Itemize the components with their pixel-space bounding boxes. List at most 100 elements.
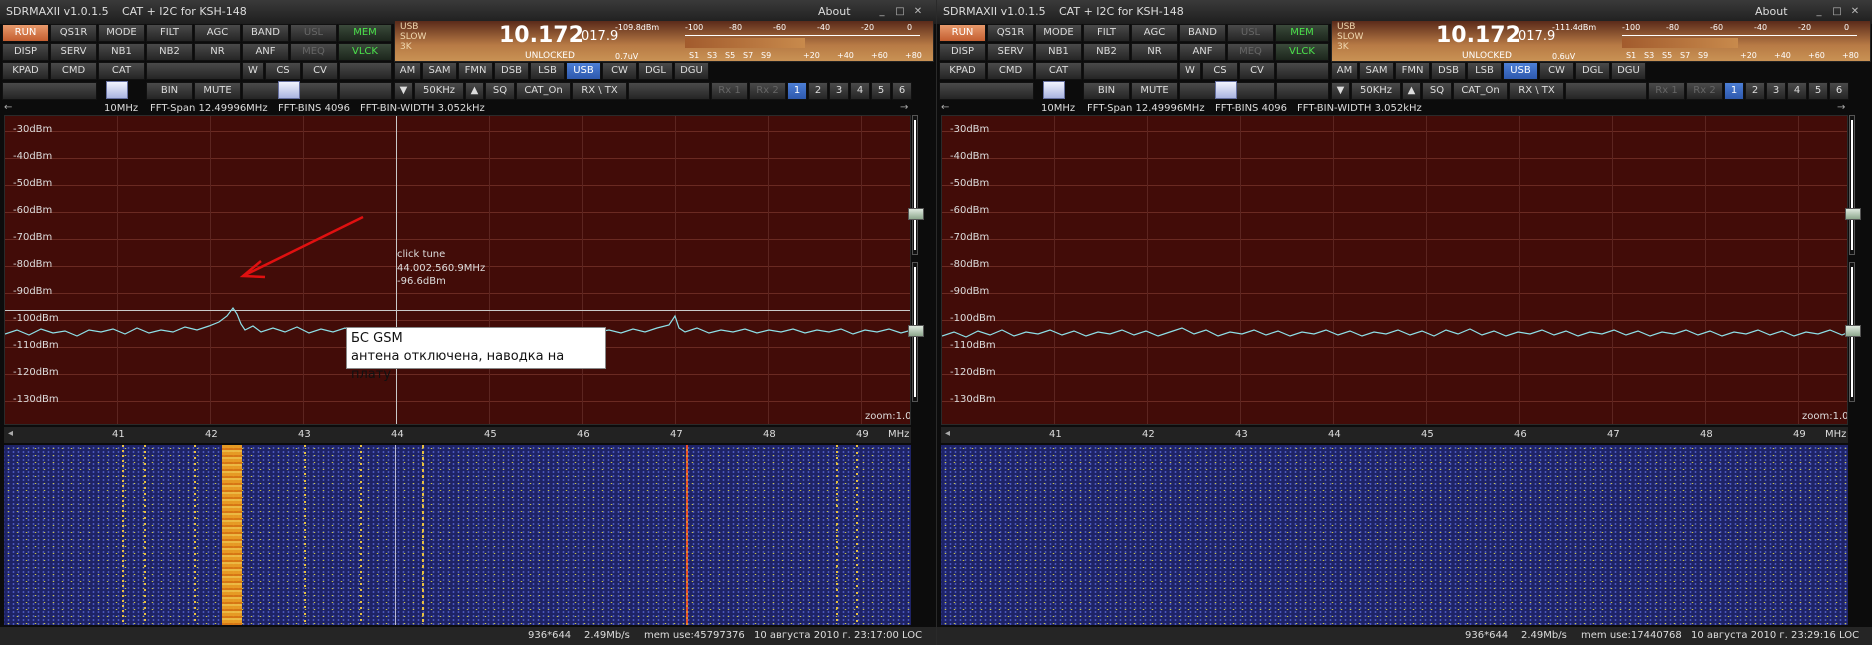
- kpad-button[interactable]: KPAD: [2, 62, 49, 80]
- spectrum-plot[interactable]: -30dBm -40dBm -50dBm -60dBm -70dBm -80dB…: [4, 115, 911, 425]
- mode-lsb-button[interactable]: LSB: [530, 62, 565, 80]
- anf-button[interactable]: ANF: [242, 43, 289, 61]
- qs1r-button[interactable]: QS1R: [987, 24, 1034, 42]
- mem-button[interactable]: MEM: [338, 24, 392, 42]
- mode-cw-button[interactable]: CW: [602, 62, 637, 80]
- waterfall-display[interactable]: [4, 445, 911, 625]
- close-icon[interactable]: ✕: [912, 6, 924, 18]
- step-up-icon[interactable]: ▲: [1402, 82, 1421, 100]
- nb1-button[interactable]: NB1: [1035, 43, 1082, 61]
- rx-tx-button[interactable]: RX \ TX: [572, 82, 627, 100]
- cmd-button[interactable]: CMD: [50, 62, 97, 80]
- mode-button[interactable]: MODE: [1035, 24, 1082, 42]
- mode-usb-button[interactable]: USB: [1503, 62, 1538, 80]
- mode-usb-button[interactable]: USB: [566, 62, 601, 80]
- rx1-button[interactable]: Rx 1: [1648, 82, 1685, 100]
- scroll-right-icon[interactable]: →: [1837, 102, 1845, 113]
- slider-knob-2[interactable]: [278, 81, 300, 99]
- qs1r-button[interactable]: QS1R: [50, 24, 97, 42]
- scroll-left-icon[interactable]: ←: [4, 102, 12, 113]
- step-up-icon[interactable]: ▲: [465, 82, 484, 100]
- mode-dsb-button[interactable]: DSB: [1431, 62, 1466, 80]
- page-1-button[interactable]: 1: [1724, 82, 1744, 100]
- page-6-button[interactable]: 6: [892, 82, 912, 100]
- maximize-icon[interactable]: □: [894, 6, 906, 18]
- about-link[interactable]: About: [1755, 5, 1788, 18]
- mute-button[interactable]: MUTE: [1131, 82, 1178, 100]
- step-size-button[interactable]: 50KHz: [414, 82, 464, 100]
- step-down-icon[interactable]: ▼: [394, 82, 413, 100]
- vlck-button[interactable]: VLCK: [338, 43, 392, 61]
- band-button[interactable]: BAND: [1179, 24, 1226, 42]
- run-button[interactable]: RUN: [2, 24, 49, 42]
- mode-sam-button[interactable]: SAM: [422, 62, 457, 80]
- disp-button[interactable]: DISP: [939, 43, 986, 61]
- slider-knob-1[interactable]: [1043, 81, 1065, 99]
- ref-knob-icon[interactable]: [1845, 325, 1861, 337]
- rx2-button[interactable]: Rx 2: [1686, 82, 1723, 100]
- nb2-button[interactable]: NB2: [1083, 43, 1130, 61]
- maximize-icon[interactable]: □: [1831, 6, 1843, 18]
- sq-button[interactable]: SQ: [1422, 82, 1452, 100]
- range-knob-icon[interactable]: [1845, 208, 1861, 220]
- blank-button-3[interactable]: [2, 82, 97, 100]
- frequency-scale[interactable]: ◂ 41 42 43 44 45 46 47 48 49 MHz: [941, 427, 1848, 443]
- step-size-button[interactable]: 50KHz: [1351, 82, 1401, 100]
- cs-button[interactable]: CS: [1202, 62, 1238, 80]
- nb1-button[interactable]: NB1: [98, 43, 145, 61]
- kpad-button[interactable]: KPAD: [939, 62, 986, 80]
- meq-button[interactable]: MEQ: [1227, 43, 1274, 61]
- mode-sam-button[interactable]: SAM: [1359, 62, 1394, 80]
- cat-button[interactable]: CAT: [98, 62, 145, 80]
- cmd-button[interactable]: CMD: [987, 62, 1034, 80]
- spectrum-range-slider[interactable]: [912, 115, 918, 255]
- cat-button[interactable]: CAT: [1035, 62, 1082, 80]
- minimize-icon[interactable]: _: [1813, 6, 1825, 18]
- page-3-button[interactable]: 3: [829, 82, 849, 100]
- freq-scroll-left-icon[interactable]: ◂: [945, 428, 950, 439]
- blank-button-6[interactable]: [1565, 82, 1647, 100]
- close-icon[interactable]: ✕: [1849, 6, 1861, 18]
- nr-button[interactable]: NR: [1131, 43, 1178, 61]
- range-knob-icon[interactable]: [908, 208, 924, 220]
- page-4-button[interactable]: 4: [850, 82, 870, 100]
- agc-button[interactable]: AGC: [194, 24, 241, 42]
- slider-knob-2[interactable]: [1215, 81, 1237, 99]
- sq-button[interactable]: SQ: [485, 82, 515, 100]
- run-button[interactable]: RUN: [939, 24, 986, 42]
- meq-button[interactable]: MEQ: [290, 43, 337, 61]
- anf-button[interactable]: ANF: [1179, 43, 1226, 61]
- ref-knob-icon[interactable]: [908, 325, 924, 337]
- cv-button[interactable]: CV: [302, 62, 338, 80]
- mode-dsb-button[interactable]: DSB: [494, 62, 529, 80]
- freq-scroll-left-icon[interactable]: ◂: [8, 428, 13, 439]
- spectrum-range-slider[interactable]: [1849, 115, 1855, 255]
- w-button[interactable]: W: [242, 62, 264, 80]
- frequency-display[interactable]: USB SLOW 3K 10.172 017.9 UNLOCKED -109.8…: [394, 20, 934, 62]
- rx2-button[interactable]: Rx 2: [749, 82, 786, 100]
- cat-on-button[interactable]: CAT_On: [1453, 82, 1508, 100]
- bin-button[interactable]: BIN: [146, 82, 193, 100]
- mode-am-button[interactable]: AM: [394, 62, 421, 80]
- page-5-button[interactable]: 5: [871, 82, 891, 100]
- mode-dgl-button[interactable]: DGL: [1575, 62, 1610, 80]
- mode-cw-button[interactable]: CW: [1539, 62, 1574, 80]
- mode-button[interactable]: MODE: [98, 24, 145, 42]
- frequency-sub[interactable]: 017.9: [1518, 29, 1555, 44]
- band-button[interactable]: BAND: [242, 24, 289, 42]
- serv-button[interactable]: SERV: [987, 43, 1034, 61]
- slider-knob-1[interactable]: [106, 81, 128, 99]
- spectrum-plot[interactable]: -30dBm -40dBm -50dBm -60dBm -70dBm -80dB…: [941, 115, 1848, 425]
- frequency-display[interactable]: USB SLOW 3K 10.172 017.9 UNLOCKED -111.4…: [1331, 20, 1871, 62]
- page-6-button[interactable]: 6: [1829, 82, 1849, 100]
- cat-on-button[interactable]: CAT_On: [516, 82, 571, 100]
- page-1-button[interactable]: 1: [787, 82, 807, 100]
- mode-lsb-button[interactable]: LSB: [1467, 62, 1502, 80]
- mode-dgu-button[interactable]: DGU: [1611, 62, 1646, 80]
- blank-button-5[interactable]: [339, 82, 392, 100]
- step-down-icon[interactable]: ▼: [1331, 82, 1350, 100]
- rx1-button[interactable]: Rx 1: [711, 82, 748, 100]
- frequency-sub[interactable]: 017.9: [581, 29, 618, 44]
- waterfall-display[interactable]: [941, 445, 1848, 625]
- usl-button[interactable]: USL: [1227, 24, 1274, 42]
